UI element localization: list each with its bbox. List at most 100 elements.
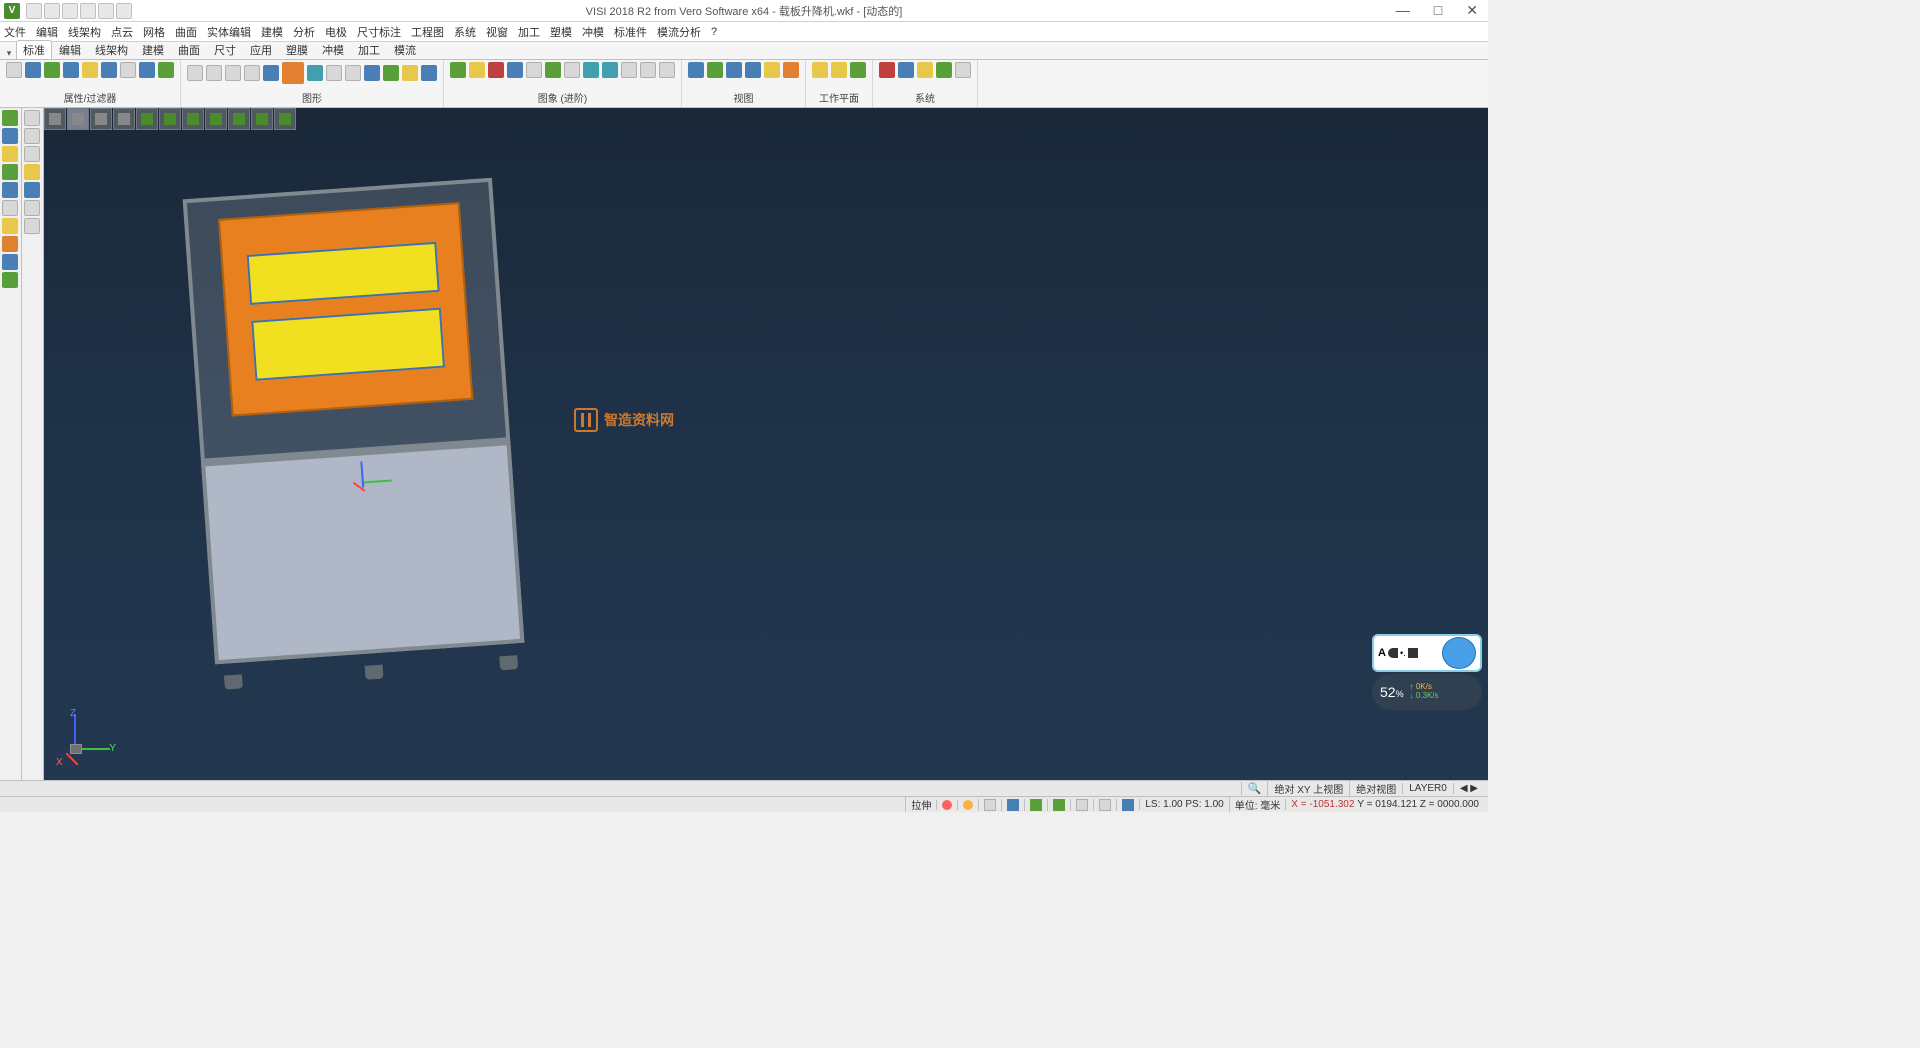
view-icon[interactable]: [745, 62, 761, 78]
wp-icon[interactable]: [831, 62, 847, 78]
gfx-icon[interactable]: [421, 65, 437, 81]
sys-icon[interactable]: [879, 62, 895, 78]
tab-wireframe[interactable]: 线架构: [88, 40, 135, 59]
tab-application[interactable]: 应用: [243, 40, 279, 59]
close-button[interactable]: ✕: [1460, 2, 1484, 19]
img-icon[interactable]: [602, 62, 618, 78]
tool-icon[interactable]: [2, 182, 18, 198]
img-icon[interactable]: [469, 62, 485, 78]
tool-icon[interactable]: [2, 254, 18, 270]
vm-icon[interactable]: [44, 108, 66, 130]
menu-edit[interactable]: 编辑: [36, 24, 58, 40]
tool-icon[interactable]: [24, 128, 40, 144]
tab-machining[interactable]: 加工: [351, 40, 387, 59]
tool-icon[interactable]: [2, 236, 18, 252]
prop-icon[interactable]: [82, 62, 98, 78]
tool-icon[interactable]: [2, 164, 18, 180]
qat-redo-icon[interactable]: [116, 3, 132, 19]
img-icon[interactable]: [545, 62, 561, 78]
transform-gizmo[interactable]: [344, 464, 387, 507]
tab-dropdown-icon[interactable]: ▾: [2, 48, 16, 59]
status-pull[interactable]: 拉伸: [905, 797, 936, 812]
tab-die[interactable]: 冲模: [315, 40, 351, 59]
tool-icon[interactable]: [2, 146, 18, 162]
gfx-icon[interactable]: [244, 65, 260, 81]
tool-icon[interactable]: [24, 146, 40, 162]
status-arrows[interactable]: ◀ ▶: [1453, 783, 1484, 794]
status-dot-icon[interactable]: [963, 800, 973, 810]
img-icon[interactable]: [583, 62, 599, 78]
menu-surface[interactable]: 曲面: [175, 24, 197, 40]
menu-window[interactable]: 视窗: [486, 24, 508, 40]
search-icon[interactable]: 🔍: [1241, 782, 1268, 795]
tool-icon[interactable]: [2, 218, 18, 234]
vm-icon[interactable]: [136, 108, 158, 130]
tool-icon[interactable]: [24, 200, 40, 216]
prop-icon[interactable]: [120, 62, 136, 78]
gfx-icon[interactable]: [187, 65, 203, 81]
status-icon[interactable]: [1030, 799, 1042, 811]
prop-icon[interactable]: [101, 62, 117, 78]
tab-plastic[interactable]: 塑膜: [279, 40, 315, 59]
tab-dimension[interactable]: 尺寸: [207, 40, 243, 59]
gfx-icon[interactable]: [263, 65, 279, 81]
qat-undo-icon[interactable]: [98, 3, 114, 19]
tool-icon[interactable]: [24, 110, 40, 126]
view-icon[interactable]: [707, 62, 723, 78]
tool-icon[interactable]: [2, 272, 18, 288]
status-dot-icon[interactable]: [942, 800, 952, 810]
img-icon[interactable]: [526, 62, 542, 78]
gfx-icon[interactable]: [364, 65, 380, 81]
status-layer[interactable]: LAYER0: [1402, 783, 1453, 794]
gfx-icon[interactable]: [206, 65, 222, 81]
menu-modeling[interactable]: 建模: [261, 24, 283, 40]
menu-system[interactable]: 系统: [454, 24, 476, 40]
menu-pointcloud[interactable]: 点云: [111, 24, 133, 40]
tool-icon[interactable]: [24, 164, 40, 180]
vm-icon[interactable]: [90, 108, 112, 130]
viewport-3d[interactable]: 智造资料网 Z Y X A •. 52% ↑ 0K/s ↓ 0.3K/s: [44, 108, 1488, 780]
menu-flow[interactable]: 模流分析: [657, 24, 701, 40]
minimize-button[interactable]: —: [1390, 2, 1416, 19]
sys-icon[interactable]: [917, 62, 933, 78]
menu-drawing[interactable]: 工程图: [411, 24, 444, 40]
gfx-icon[interactable]: [326, 65, 342, 81]
menu-electrode[interactable]: 电极: [325, 24, 347, 40]
img-icon[interactable]: [450, 62, 466, 78]
gfx-icon[interactable]: [345, 65, 361, 81]
vm-icon[interactable]: [228, 108, 250, 130]
gfx-icon[interactable]: [402, 65, 418, 81]
gfx-icon-big[interactable]: [282, 62, 304, 84]
vm-icon[interactable]: [113, 108, 135, 130]
tab-surface[interactable]: 曲面: [171, 40, 207, 59]
status-icon[interactable]: [1076, 799, 1088, 811]
view-icon[interactable]: [783, 62, 799, 78]
img-icon[interactable]: [488, 62, 504, 78]
menu-mould[interactable]: 塑模: [550, 24, 572, 40]
menu-mesh[interactable]: 网格: [143, 24, 165, 40]
tool-icon[interactable]: [24, 182, 40, 198]
vm-icon[interactable]: [205, 108, 227, 130]
img-icon[interactable]: [621, 62, 637, 78]
vm-icon[interactable]: [159, 108, 181, 130]
tool-icon[interactable]: [24, 218, 40, 234]
view-icon[interactable]: [764, 62, 780, 78]
tab-modeling[interactable]: 建模: [135, 40, 171, 59]
view-icon[interactable]: [688, 62, 704, 78]
tab-standard[interactable]: 标准: [16, 40, 52, 59]
status-grid-icon[interactable]: [1122, 799, 1134, 811]
menu-wireframe[interactable]: 线架构: [68, 24, 101, 40]
menu-analysis[interactable]: 分析: [293, 24, 315, 40]
qat-save-icon[interactable]: [62, 3, 78, 19]
menu-machining[interactable]: 加工: [518, 24, 540, 40]
tab-edit[interactable]: 编辑: [52, 40, 88, 59]
status-view-abs2[interactable]: 绝对视图: [1349, 781, 1402, 796]
view-icon[interactable]: [726, 62, 742, 78]
gfx-icon[interactable]: [225, 65, 241, 81]
menu-standard[interactable]: 标准件: [614, 24, 647, 40]
prop-icon[interactable]: [139, 62, 155, 78]
maximize-button[interactable]: □: [1428, 2, 1448, 19]
vm-icon[interactable]: [251, 108, 273, 130]
prop-icon[interactable]: [158, 62, 174, 78]
menu-solidedit[interactable]: 实体编辑: [207, 24, 251, 40]
